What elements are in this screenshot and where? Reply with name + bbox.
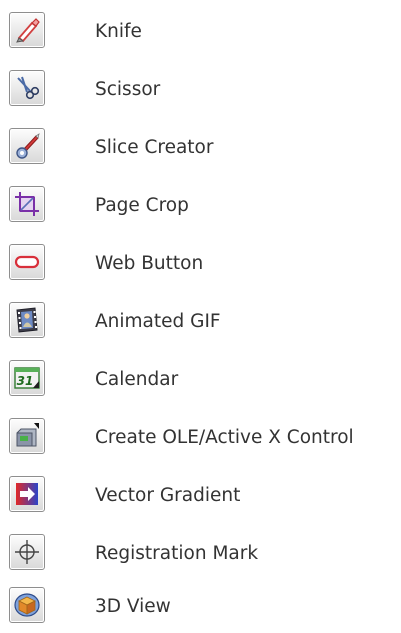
tool-item-registration-mark[interactable]: Registration Mark xyxy=(0,522,401,580)
registration-mark-icon[interactable] xyxy=(9,534,45,570)
tool-label: Calendar xyxy=(95,369,179,390)
calendar-icon-day: 31 xyxy=(17,374,34,388)
vector-gradient-icon[interactable] xyxy=(9,476,45,512)
scissor-icon[interactable] xyxy=(9,70,45,106)
tool-item-vector-gradient[interactable]: Vector Gradient xyxy=(0,464,401,522)
tool-item-3d-view[interactable]: 3D View xyxy=(0,575,401,633)
tool-item-page-crop[interactable]: Page Crop xyxy=(0,174,401,232)
page-crop-icon[interactable] xyxy=(9,186,45,222)
tool-item-web-button[interactable]: Web Button xyxy=(0,232,401,290)
tool-label: Web Button xyxy=(95,253,204,274)
knife-icon[interactable] xyxy=(9,12,45,48)
tool-label: Page Crop xyxy=(95,195,189,216)
tool-label: Animated GIF xyxy=(95,311,221,332)
tool-label: Scissor xyxy=(95,79,161,100)
animated-gif-icon[interactable] xyxy=(9,302,45,338)
tool-label: 3D View xyxy=(95,596,171,617)
tool-label: Registration Mark xyxy=(95,543,259,564)
tool-item-slice-creator[interactable]: Slice Creator xyxy=(0,116,401,174)
tool-item-ole-activex[interactable]: Create OLE/Active X Control xyxy=(0,406,401,464)
tool-item-animated-gif[interactable]: Animated GIF xyxy=(0,290,401,348)
web-button-icon[interactable] xyxy=(9,244,45,280)
calendar-icon[interactable]: 31 xyxy=(9,360,45,396)
tool-item-calendar[interactable]: 31 Calendar xyxy=(0,348,401,406)
slice-creator-icon[interactable] xyxy=(9,128,45,164)
tool-label: Slice Creator xyxy=(95,137,214,158)
3d-view-icon[interactable] xyxy=(9,587,45,623)
tool-label: Create OLE/Active X Control xyxy=(95,427,354,448)
tool-list: Knife Scissor Slice Creator Page Crop We… xyxy=(0,0,401,633)
tool-item-scissor[interactable]: Scissor xyxy=(0,58,401,116)
tool-item-knife[interactable]: Knife xyxy=(0,0,401,58)
ole-activex-icon[interactable] xyxy=(9,418,45,454)
tool-label: Knife xyxy=(95,21,142,42)
tool-label: Vector Gradient xyxy=(95,485,241,506)
